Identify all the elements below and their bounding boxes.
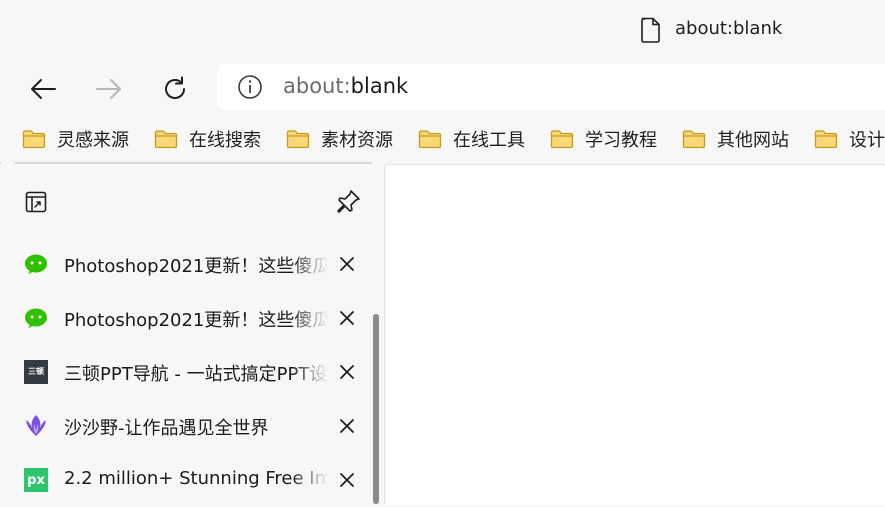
folder-icon xyxy=(814,130,838,149)
title-bar: about:blank xyxy=(0,0,885,60)
shashaye-icon xyxy=(26,415,46,436)
bookmark-label: 其他网站 xyxy=(717,130,789,151)
bookmark-folder-tutorials[interactable]: 学习教程 xyxy=(550,124,657,154)
tab-actions-icon[interactable] xyxy=(24,190,48,214)
bookmark-label: 在线搜索 xyxy=(189,130,261,151)
tab-title: Photoshop2021更新！这些傻瓜式 xyxy=(64,256,328,277)
wechat-icon xyxy=(25,254,47,274)
scrollbar-thumb[interactable] xyxy=(373,314,379,504)
panel-header xyxy=(0,164,384,240)
forward-button[interactable] xyxy=(89,71,129,107)
bookmark-folder-inspiration[interactable]: 灵感来源 xyxy=(22,124,129,154)
vertical-tab[interactable]: 三顿 三顿PPT导航 - 一站式搞定PPT设计 xyxy=(0,345,372,399)
favicon-text: px xyxy=(27,472,45,488)
bookmark-folder-tools[interactable]: 在线工具 xyxy=(418,124,525,154)
tab-title: 沙沙野-让作品遇见全世界 xyxy=(64,418,269,439)
page-content[interactable] xyxy=(386,164,885,505)
toolbar: about:blank xyxy=(0,60,885,116)
forward-arrow-icon xyxy=(96,79,121,99)
folder-icon xyxy=(682,130,706,149)
url-scheme: about: xyxy=(283,74,351,98)
vertical-tab[interactable]: Photoshop2021更新！这些傻瓜式 xyxy=(0,237,372,291)
folder-icon xyxy=(550,130,574,149)
bookmarks-bar: 灵感来源 在线搜索 素材资源 在线工具 学习教程 其他网站 设计 xyxy=(0,116,885,162)
bookmark-label: 素材资源 xyxy=(321,130,393,151)
folder-icon xyxy=(418,130,442,149)
tab-title: 三顿PPT导航 - 一站式搞定PPT设计 xyxy=(64,364,328,385)
info-icon[interactable] xyxy=(237,74,263,100)
bookmark-folder-assets[interactable]: 素材资源 xyxy=(286,124,393,154)
address-text[interactable]: about:blank xyxy=(283,74,408,98)
close-icon[interactable] xyxy=(336,361,358,383)
bookmark-folder-other-sites[interactable]: 其他网站 xyxy=(682,124,789,154)
refresh-button[interactable] xyxy=(155,71,195,107)
favicon-text: 三顿 xyxy=(28,367,44,376)
pixabay-icon: px xyxy=(24,468,48,492)
close-icon[interactable] xyxy=(336,415,358,437)
bookmark-label: 在线工具 xyxy=(453,130,525,151)
url-path: blank xyxy=(350,74,409,98)
vertical-tabs-panel: Photoshop2021更新！这些傻瓜式 Photoshop2021更新！这些… xyxy=(0,164,385,504)
document-icon xyxy=(641,17,660,43)
bookmark-label: 设计 xyxy=(849,130,885,151)
bookmark-folder-search[interactable]: 在线搜索 xyxy=(154,124,261,154)
wechat-icon xyxy=(25,308,47,328)
vertical-tab[interactable]: Photoshop2021更新！这些傻瓜式 xyxy=(0,291,372,345)
tab-title: 2.2 million+ Stunning Free Images xyxy=(64,468,328,489)
tab-title: Photoshop2021更新！这些傻瓜式 xyxy=(64,310,328,331)
sandun-icon: 三顿 xyxy=(24,360,48,384)
close-icon[interactable] xyxy=(336,307,358,329)
vertical-tab[interactable]: 沙沙野-让作品遇见全世界 xyxy=(0,399,372,453)
close-icon[interactable] xyxy=(336,469,358,491)
refresh-icon xyxy=(165,76,185,99)
close-icon[interactable] xyxy=(336,253,358,275)
tab-title[interactable]: about:blank xyxy=(675,18,782,39)
folder-icon xyxy=(154,130,178,149)
bookmark-folder-design[interactable]: 设计 xyxy=(814,124,885,154)
folder-icon xyxy=(286,130,310,149)
bookmark-label: 灵感来源 xyxy=(57,130,129,151)
vertical-tab[interactable]: px 2.2 million+ Stunning Free Images xyxy=(0,453,372,507)
bookmark-label: 学习教程 xyxy=(585,130,657,151)
back-arrow-icon xyxy=(31,79,56,99)
pin-icon[interactable] xyxy=(334,188,362,216)
back-button[interactable] xyxy=(23,71,63,107)
folder-icon xyxy=(22,130,46,149)
address-bar[interactable]: about:blank xyxy=(217,64,885,110)
